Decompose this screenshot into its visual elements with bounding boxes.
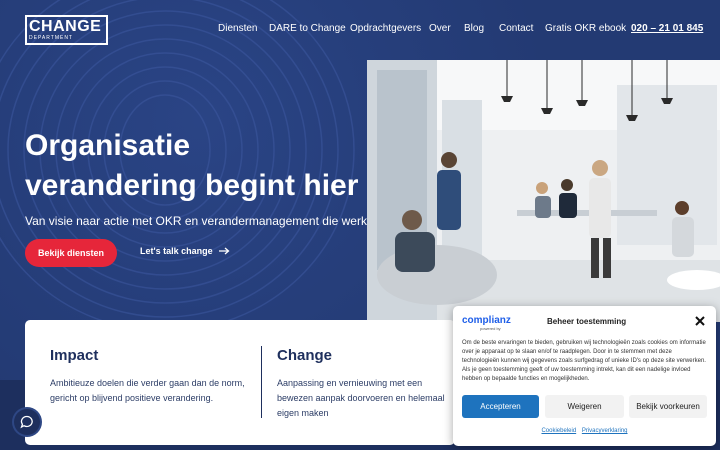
accept-cookies-button[interactable]: Accepteren (462, 395, 539, 418)
cookie-links: Cookiebeleid Privacyverklaring (453, 428, 716, 434)
view-services-button[interactable]: Bekijk diensten (25, 239, 117, 267)
change-card: Change Aanpassing en vernieuwing met een… (277, 347, 445, 421)
main-nav: Diensten DARE to Change Opdrachtgevers O… (0, 23, 720, 37)
impact-card: Impact Ambitieuze doelen die verder gaan… (50, 347, 250, 406)
cookie-text: Om de beste ervaringen te bieden, gebrui… (462, 340, 706, 382)
cookie-title: Beheer toestemming (547, 317, 627, 326)
hero-office-photo (367, 60, 720, 322)
chat-bubble-icon (20, 415, 33, 429)
nav-item-ebook[interactable]: Gratis OKR ebook (545, 23, 626, 34)
nav-item-contact[interactable]: Contact (499, 23, 533, 34)
nav-item-diensten[interactable]: Diensten (218, 23, 257, 34)
change-card-text: Aanpassing en vernieuwing met een beweze… (277, 378, 445, 418)
complianz-logo-sub: powered by (480, 326, 501, 331)
cookie-consent-dialog: complianz powered by Beheer toestemming … (453, 306, 716, 446)
value-cards: Impact Ambitieuze doelen die verder gaan… (25, 320, 455, 445)
privacy-statement-link[interactable]: Privacyverklaring (582, 428, 628, 434)
nav-item-dare-to-change[interactable]: DARE to Change (269, 23, 346, 34)
complianz-logo-word: complianz (462, 315, 511, 326)
impact-card-title: Impact (50, 347, 99, 364)
card-divider (261, 346, 262, 418)
nav-item-over[interactable]: Over (429, 23, 451, 34)
hero-subtitle: Van visie naar actie met OKR en verander… (25, 214, 381, 228)
cookie-policy-link[interactable]: Cookiebeleid (541, 428, 576, 434)
arrow-right-icon (218, 247, 230, 255)
phone-link[interactable]: 020 – 21 01 845 (631, 23, 703, 34)
complianz-logo: complianz powered by (462, 315, 511, 332)
deny-cookies-button[interactable]: Weigeren (545, 395, 624, 418)
hero-title: Organisatie verandering begint hier (25, 129, 359, 202)
nav-item-opdrachtgevers[interactable]: Opdrachtgevers (350, 23, 421, 34)
change-card-title: Change (277, 347, 333, 364)
lets-talk-change-link[interactable]: Let's talk change (140, 246, 230, 256)
nav-item-blog[interactable]: Blog (464, 23, 484, 34)
impact-card-text: Ambitieuze doelen die verder gaan dan de… (50, 378, 245, 403)
lets-talk-change-label: Let's talk change (140, 246, 213, 256)
chat-button[interactable] (14, 409, 40, 435)
view-preferences-button[interactable]: Bekijk voorkeuren (629, 395, 707, 418)
close-icon[interactable] (694, 315, 706, 327)
